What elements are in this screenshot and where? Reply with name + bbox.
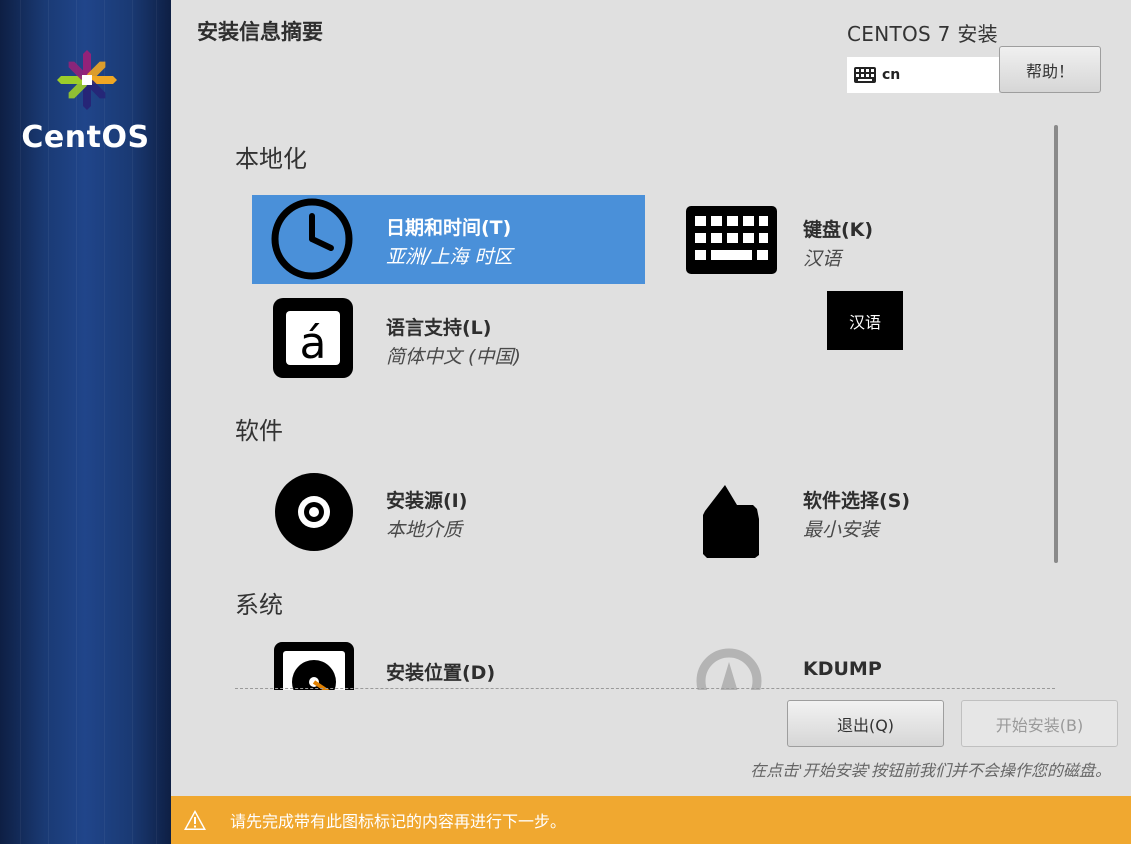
- product-title: CENTOS 7 安装: [847, 22, 998, 46]
- disc-icon: [275, 473, 353, 551]
- quit-button[interactable]: 退出(Q): [787, 700, 944, 747]
- spoke-status: 亚洲/上海 时区: [386, 246, 513, 268]
- package-icon: [703, 485, 759, 558]
- spoke-status: 最小安装: [803, 519, 880, 541]
- keyboard-icon: [686, 206, 777, 274]
- spokes-viewport: 本地化 日期和时间(T) 亚洲/上海 时区 键盘(K) 汉语 á 语言支持(L)…: [171, 112, 1051, 690]
- tooltip: 汉语: [827, 291, 903, 350]
- spoke-software-selection[interactable]: 软件选择(S) 最小安装: [669, 468, 1009, 558]
- clock-icon: [271, 198, 353, 280]
- spoke-label: KDUMP: [803, 658, 882, 680]
- spoke-label: 安装源(I): [386, 490, 468, 512]
- begin-installation-button[interactable]: 开始安装(B): [961, 700, 1118, 747]
- main-panel: 安装信息摘要 CENTOS 7 安装 cn 帮助！ 本地化 日期和时间(T) 亚…: [171, 0, 1131, 844]
- spoke-label: 安装位置(D): [386, 662, 496, 684]
- kdump-icon: [696, 648, 762, 690]
- language-icon: á: [273, 298, 353, 378]
- spoke-language[interactable]: á 语言支持(L) 简体中文 (中国): [252, 295, 645, 384]
- section-title-software: 软件: [235, 417, 283, 445]
- spoke-status: 汉语: [803, 248, 842, 270]
- spoke-keyboard[interactable]: 键盘(K) 汉语: [669, 195, 1009, 284]
- spoke-install-source[interactable]: 安装源(I) 本地介质: [252, 468, 645, 557]
- section-title-localization: 本地化: [235, 145, 307, 173]
- spoke-kdump[interactable]: KDUMP: [669, 640, 1009, 690]
- spoke-status: 本地介质: [386, 519, 463, 541]
- sidebar: CentOS: [0, 0, 171, 844]
- section-title-system: 系统: [235, 591, 283, 619]
- divider: [235, 688, 1055, 689]
- disk-note: 在点击'开始安装'按钮前我们并不会操作您的磁盘。: [750, 761, 1111, 780]
- keyboard-layout-indicator[interactable]: cn: [847, 57, 999, 93]
- spoke-label: 键盘(K): [803, 219, 874, 241]
- spoke-label: 语言支持(L): [386, 317, 492, 339]
- brand-name: CentOS: [21, 120, 150, 155]
- spoke-status: 简体中文 (中国): [386, 346, 521, 368]
- spoke-datetime[interactable]: 日期和时间(T) 亚洲/上海 时区: [252, 195, 645, 284]
- keyboard-layout-label: cn: [882, 67, 901, 83]
- harddisk-icon: [274, 642, 354, 690]
- spoke-install-destination[interactable]: 安装位置(D): [252, 640, 645, 690]
- svg-text:á: á: [300, 318, 327, 369]
- page-title: 安装信息摘要: [197, 20, 323, 44]
- centos-logo-icon: [57, 50, 117, 110]
- help-button[interactable]: 帮助！: [999, 46, 1101, 93]
- spoke-label: 日期和时间(T): [386, 217, 512, 239]
- warning-icon: [184, 810, 206, 830]
- keyboard-small-icon: [854, 67, 876, 83]
- warning-text: 请先完成带有此图标标记的内容再进行下一步。: [230, 812, 567, 831]
- spoke-label: 软件选择(S): [803, 490, 911, 512]
- warning-bar: 请先完成带有此图标标记的内容再进行下一步。: [171, 796, 1131, 844]
- scrollbar[interactable]: [1054, 125, 1058, 563]
